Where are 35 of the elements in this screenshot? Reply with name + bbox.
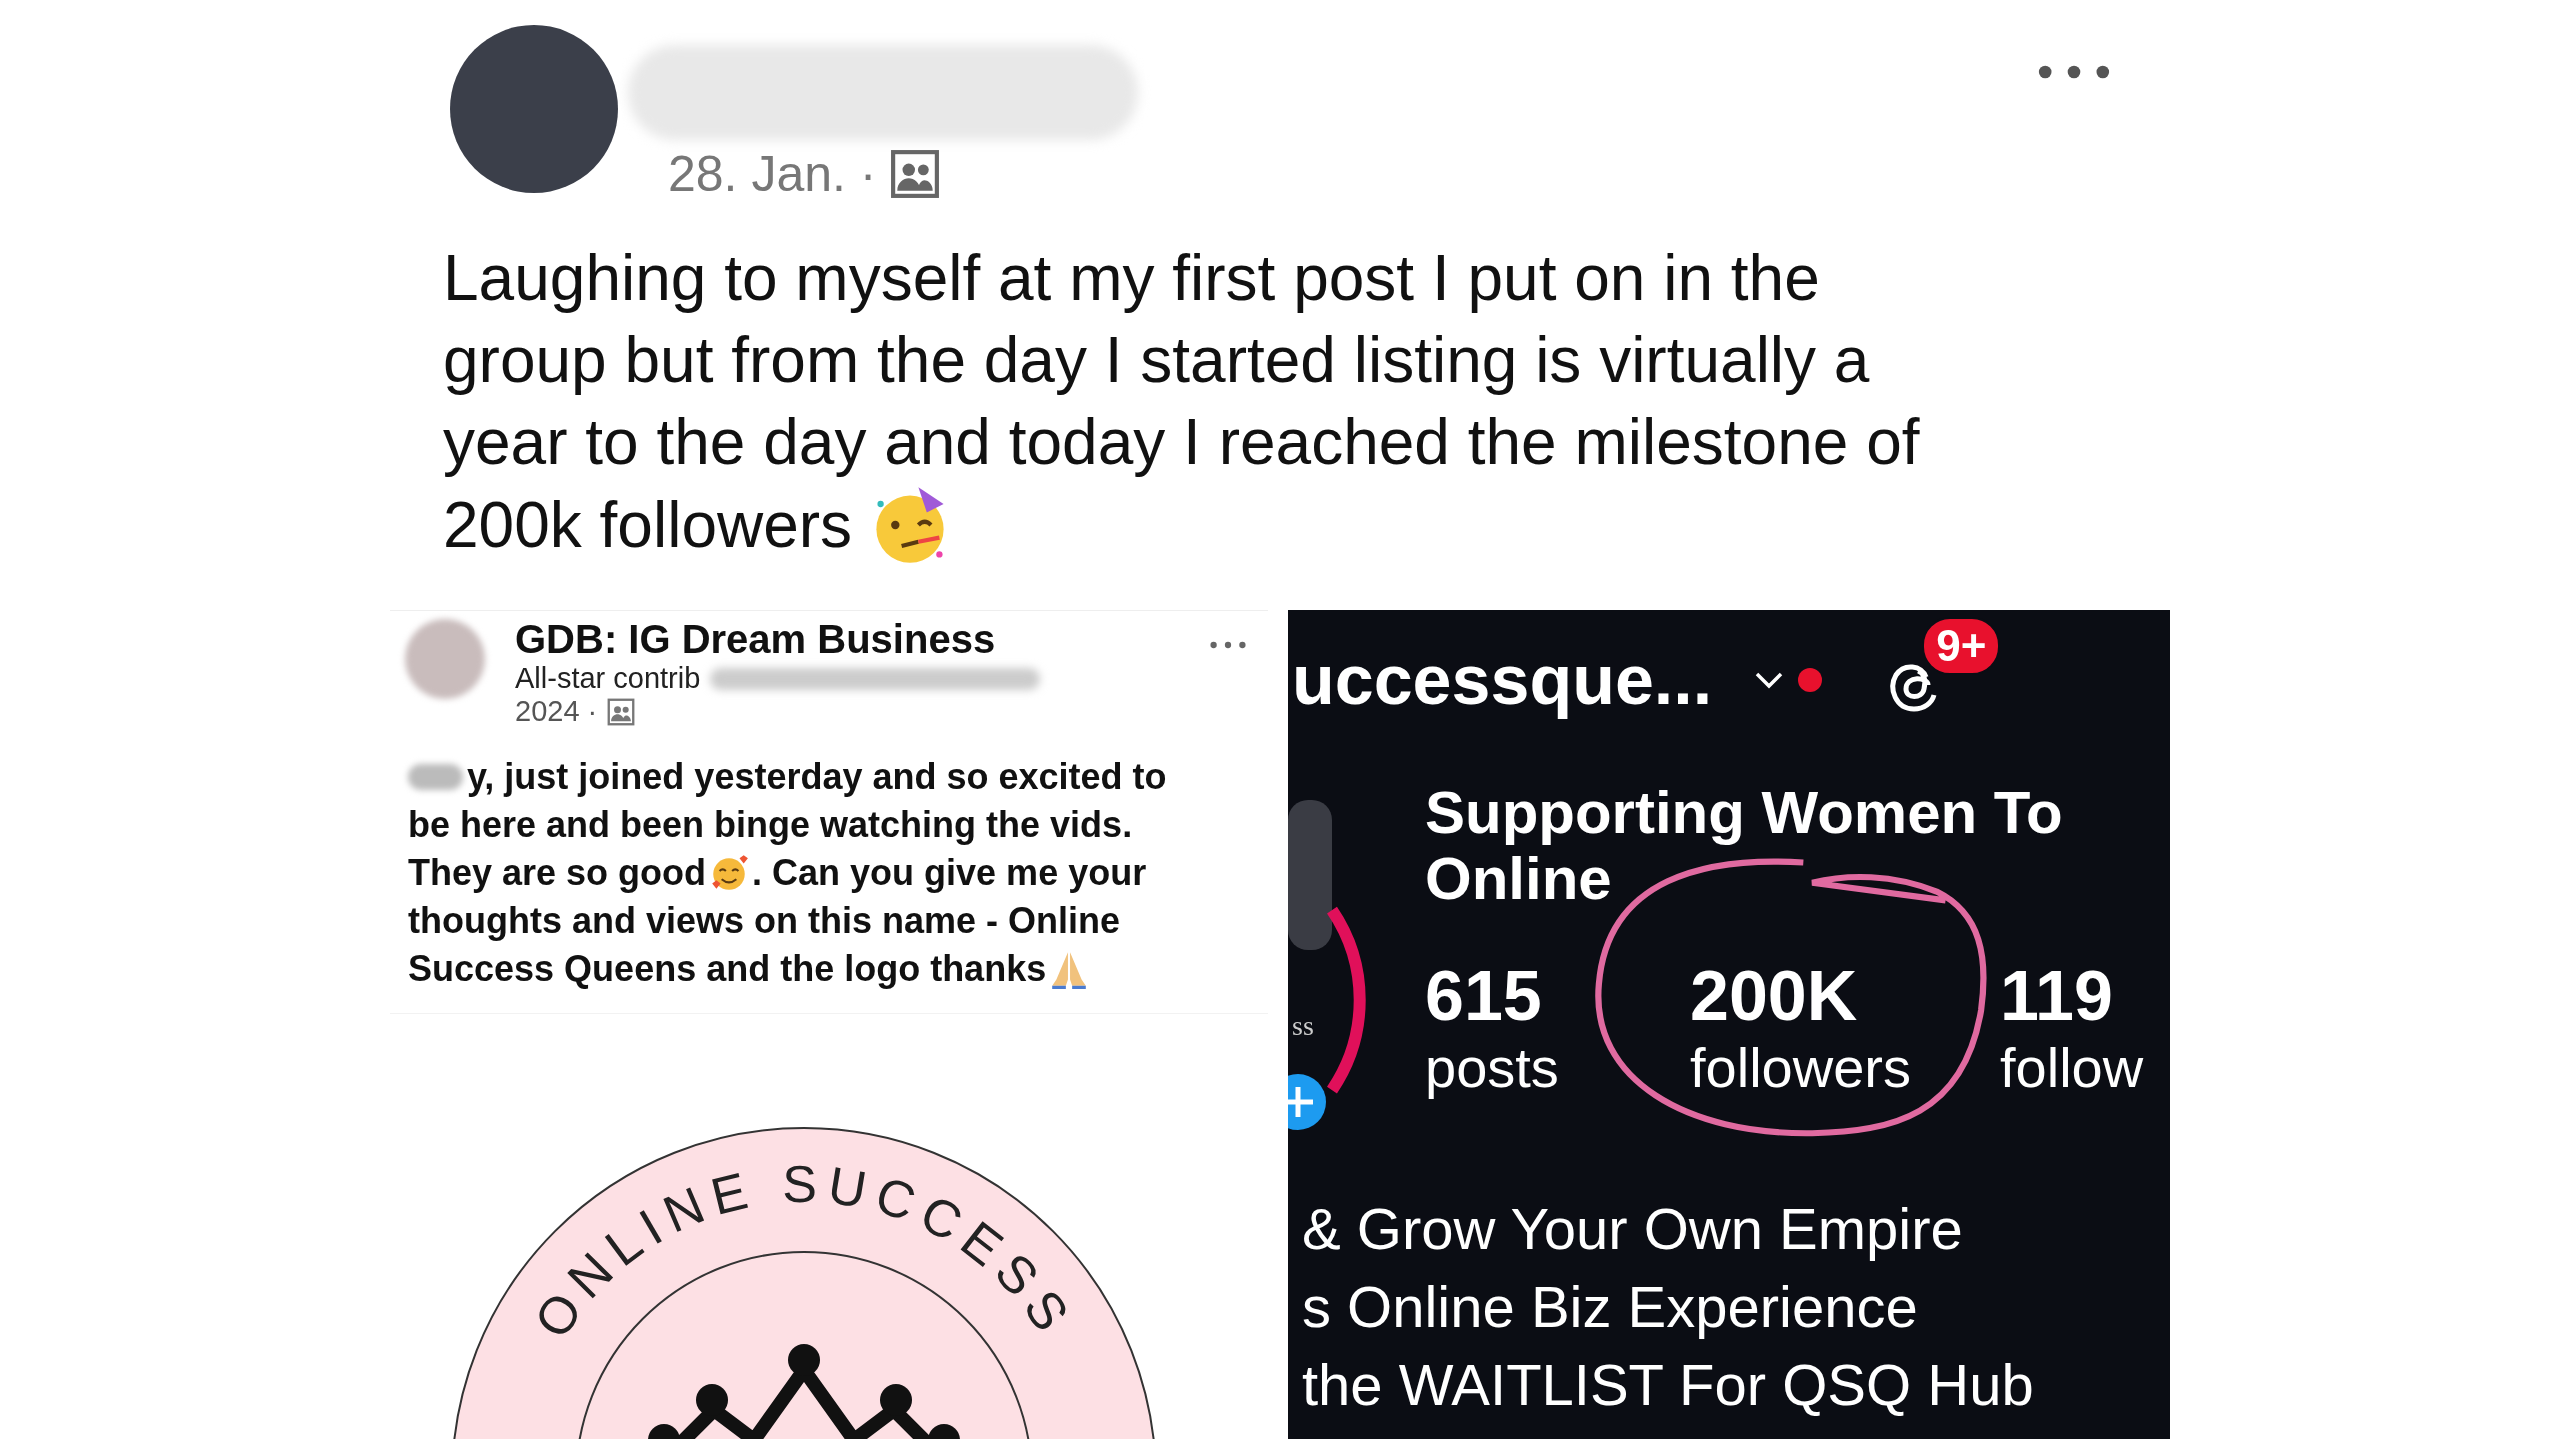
post-date: 2024 ·: [515, 695, 598, 728]
blurred-text: [408, 764, 463, 790]
member-status-label: All-star contrib: [515, 662, 701, 695]
group-name: GDB: IG Dream Business: [515, 617, 997, 662]
more-options-icon[interactable]: [2038, 64, 2110, 80]
notification-badge: 9+: [1922, 617, 2001, 675]
notification-dot-icon: [1798, 668, 1823, 692]
profile-name: Online: [1425, 846, 1613, 912]
post-date[interactable]: 28. Jan. ·: [668, 145, 877, 203]
post-text: . Can you give me your: [752, 851, 1147, 895]
post-text: year to the day and today I reached the milestone of: [443, 405, 1920, 480]
bio-line: & Grow Your Own Empire: [1302, 1195, 1964, 1263]
stat-count[interactable]: 615: [1425, 957, 1542, 1035]
post-text: Success Queens and the logo thanks: [408, 947, 1047, 991]
post-text: thoughts and views on this name - Online: [408, 899, 1121, 943]
post-text: Laughing to myself at my first post I put on in the: [443, 241, 1820, 316]
post-text: 200k followers: [443, 488, 853, 563]
stat-label[interactable]: followers: [1690, 1035, 1911, 1101]
bio-line: s Online Biz Experience: [1302, 1273, 1919, 1341]
post-text: They are so good: [408, 851, 707, 895]
avatar-text: ss: [1292, 1010, 1314, 1042]
chevron-down-icon: [1754, 671, 1785, 689]
post-text: be here and been binge watching the vids.: [408, 803, 1133, 847]
group-icon: [607, 697, 636, 726]
stat-label[interactable]: posts: [1425, 1035, 1559, 1101]
post-text: group but from the day I started listing is virtually a: [443, 323, 1870, 398]
post-text: y, just joined yesterday and so excited to: [467, 755, 1167, 799]
group-icon: [890, 149, 941, 199]
stat-count[interactable]: 119: [2000, 957, 2113, 1035]
more-options-icon: [1210, 641, 1246, 649]
stat-count[interactable]: 200K: [1690, 957, 1858, 1035]
profile-name: Supporting Women To: [1425, 780, 2064, 846]
username: uccessque...: [1292, 640, 1713, 720]
stat-label[interactable]: follow: [2000, 1035, 2144, 1101]
bio-line: the WAITLIST For QSQ Hub: [1302, 1351, 2035, 1419]
